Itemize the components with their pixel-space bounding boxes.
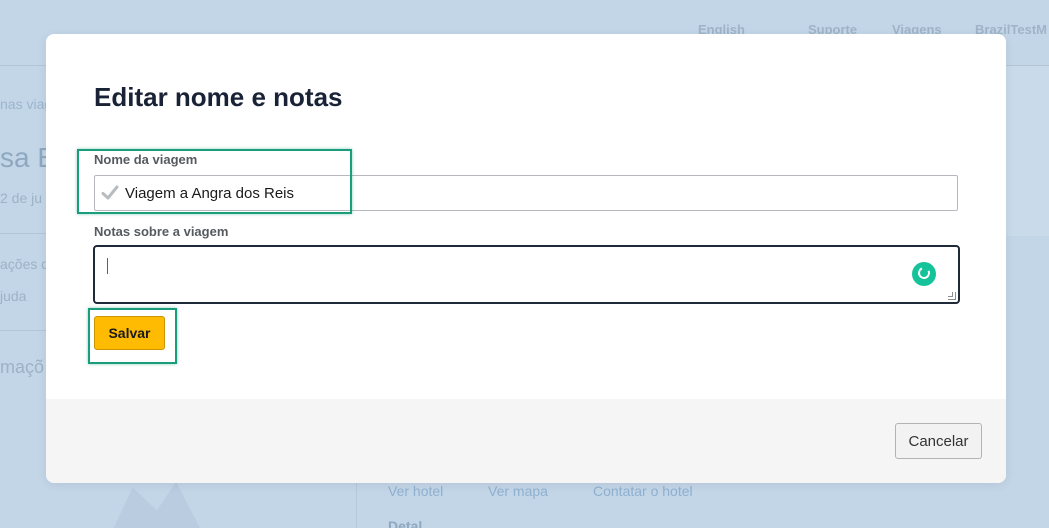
- edit-name-notes-dialog: Editar nome e notas Nome da viagem Notas…: [46, 34, 1006, 483]
- save-button[interactable]: Salvar: [94, 316, 165, 350]
- check-icon: [101, 185, 119, 200]
- background-panel: [1006, 66, 1049, 236]
- background-sidebar-item: juda: [0, 288, 27, 304]
- background-date: 2 de ju: [0, 190, 43, 206]
- background-details-heading: Detal: [388, 518, 423, 528]
- dialog-footer: Cancelar: [46, 399, 1006, 483]
- trip-name-input[interactable]: [125, 176, 945, 210]
- background-section-heading: maçõ: [0, 357, 45, 377]
- background-sidebar-item: ações d: [0, 256, 50, 272]
- cancel-button[interactable]: Cancelar: [895, 423, 982, 459]
- background-divider: [356, 483, 357, 528]
- text-cursor: [107, 258, 108, 274]
- trip-notes-textarea[interactable]: [95, 247, 958, 302]
- background-divider: [0, 233, 46, 234]
- dialog-title: Editar nome e notas: [94, 82, 343, 112]
- resize-handle-icon[interactable]: [948, 292, 956, 300]
- contact-hotel-link: Contatar o hotel: [593, 483, 693, 499]
- trip-name-label: Nome da viagem: [94, 152, 198, 167]
- background-breadcrumb: nas viag: [0, 96, 53, 112]
- trip-notes-field: [93, 245, 960, 304]
- grammarly-icon[interactable]: [912, 262, 936, 286]
- view-map-link: Ver mapa: [488, 483, 548, 499]
- background-divider: [0, 330, 46, 331]
- view-hotel-link: Ver hotel: [388, 483, 444, 499]
- trip-name-field: [94, 175, 958, 211]
- trip-notes-label: Notas sobre a viagem: [94, 224, 229, 239]
